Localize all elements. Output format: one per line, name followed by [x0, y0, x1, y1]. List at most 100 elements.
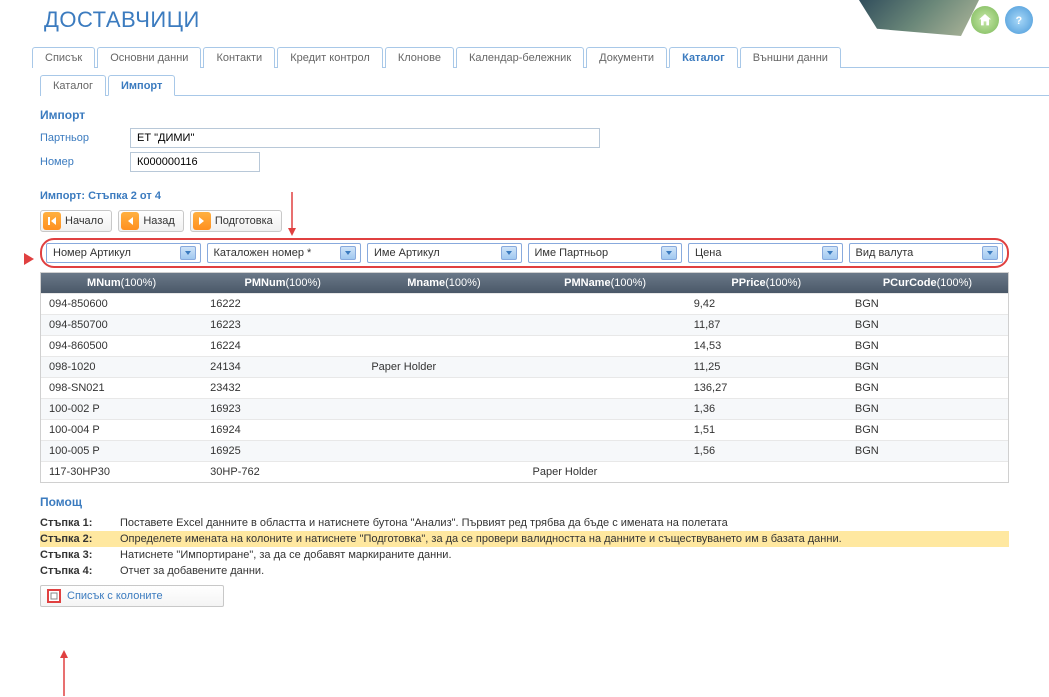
column-header[interactable]: MNum(100%) [41, 273, 202, 293]
table-cell: BGN [847, 357, 1008, 377]
columns-list-button[interactable]: Списък с колоните [40, 585, 224, 607]
help-step: Стъпка 3:Натиснете "Импортиране", за да … [40, 547, 1009, 563]
table-cell: 9,42 [686, 294, 847, 314]
table-row[interactable]: 100-005 P169251,56BGN [41, 440, 1008, 461]
table-cell [363, 294, 524, 314]
table-row[interactable]: 100-004 P169241,51BGN [41, 419, 1008, 440]
svg-text:?: ? [1016, 15, 1023, 27]
table-cell: 1,51 [686, 420, 847, 440]
help-step-key: Стъпка 1: [40, 517, 120, 529]
help-step-key: Стъпка 3: [40, 549, 120, 561]
table-row[interactable]: 117-30HP3030HP-762 Paper Holder [41, 461, 1008, 482]
table-cell [525, 294, 686, 314]
column-header[interactable]: Mname(100%) [363, 273, 524, 293]
mapping-select-4[interactable]: Цена [688, 243, 843, 263]
table-row[interactable]: 094-850600162229,42BGN [41, 293, 1008, 314]
tab-документи[interactable]: Документи [586, 47, 667, 68]
home-icon[interactable] [971, 6, 999, 34]
start-button[interactable]: Начало [40, 210, 112, 232]
partner-field[interactable] [130, 128, 600, 148]
help-step-key: Стъпка 4: [40, 565, 120, 577]
column-header[interactable]: PMNum(100%) [202, 273, 363, 293]
mapping-select-label: Номер Артикул [53, 247, 131, 259]
prepare-button[interactable]: Подготовка [190, 210, 282, 232]
table-cell: 100-002 P [41, 399, 202, 419]
help-step: Стъпка 4:Отчет за добавените данни. [40, 563, 1009, 579]
table-cell: 136,27 [686, 378, 847, 398]
tab-кредит-контрол[interactable]: Кредит контрол [277, 47, 383, 68]
sub-tabs: КаталогИмпорт [40, 74, 1049, 96]
table-row[interactable]: 098-102024134Paper Holder11,25BGN [41, 356, 1008, 377]
table-cell: 098-SN021 [41, 378, 202, 398]
table-cell: 30HP-762 [202, 462, 363, 482]
import-table: MNum(100%)PMNum(100%)Mname(100%)PMName(1… [40, 272, 1009, 483]
tab-основни-данни[interactable]: Основни данни [97, 47, 201, 68]
table-cell: 11,87 [686, 315, 847, 335]
number-field[interactable] [130, 152, 260, 172]
table-cell [363, 441, 524, 461]
table-cell: 098-1020 [41, 357, 202, 377]
table-cell [525, 399, 686, 419]
tab-клонове[interactable]: Клонове [385, 47, 454, 68]
tab-контакти[interactable]: Контакти [203, 47, 275, 68]
table-cell: BGN [847, 336, 1008, 356]
table-row[interactable]: 094-8507001622311,87BGN [41, 314, 1008, 335]
table-cell [363, 378, 524, 398]
table-cell [525, 420, 686, 440]
table-cell: Paper Holder [525, 462, 686, 482]
column-header[interactable]: PPrice(100%) [686, 273, 847, 293]
help-step: Стъпка 1:Поставете Excel данните в облас… [40, 515, 1009, 531]
annotation-arrow-up-icon [58, 650, 78, 696]
mapping-select-label: Име Артикул [374, 247, 440, 259]
table-cell: 1,56 [686, 441, 847, 461]
help-step-text: Определете имената на колоните и натисне… [120, 533, 842, 545]
table-cell: Paper Holder [363, 357, 524, 377]
help-step-key: Стъпка 2: [40, 533, 120, 545]
help-step-text: Отчет за добавените данни. [120, 565, 264, 577]
tab-календар-бележник[interactable]: Календар-бележник [456, 47, 584, 68]
subtab-каталог[interactable]: Каталог [40, 75, 106, 96]
table-cell: 24134 [202, 357, 363, 377]
chevron-down-icon [340, 246, 356, 260]
table-row[interactable]: 094-8605001622414,53BGN [41, 335, 1008, 356]
table-cell: 117-30HP30 [41, 462, 202, 482]
column-header[interactable]: PCurCode(100%) [847, 273, 1008, 293]
table-cell: BGN [847, 399, 1008, 419]
mapping-select-2[interactable]: Име Артикул [367, 243, 522, 263]
help-icon[interactable]: ? [1005, 6, 1033, 34]
help-step-text: Натиснете "Импортиране", за да се добавя… [120, 549, 452, 561]
table-cell [363, 336, 524, 356]
partner-label: Партньор [40, 132, 130, 144]
mapping-select-5[interactable]: Вид валута [849, 243, 1004, 263]
help-title: Помощ [40, 495, 1009, 509]
table-cell [525, 315, 686, 335]
tab-каталог[interactable]: Каталог [669, 47, 738, 68]
mapping-select-1[interactable]: Каталожен номер * [207, 243, 362, 263]
mapping-select-3[interactable]: Име Партньор [528, 243, 683, 263]
subtab-импорт[interactable]: Импорт [108, 75, 175, 96]
table-cell: 1,36 [686, 399, 847, 419]
mapping-select-label: Каталожен номер * [214, 247, 312, 259]
column-mapping-row: Номер Артикул Каталожен номер * Име Артику… [40, 238, 1009, 268]
table-cell [686, 462, 847, 482]
mapping-select-0[interactable]: Номер Артикул [46, 243, 201, 263]
table-cell [525, 357, 686, 377]
column-header[interactable]: PMName(100%) [525, 273, 686, 293]
import-section-title: Импорт [40, 108, 1009, 122]
chevron-down-icon [822, 246, 838, 260]
columns-list-label: Списък с колоните [67, 590, 163, 602]
help-step-text: Поставете Excel данните в областта и нат… [120, 517, 728, 529]
table-cell: 16925 [202, 441, 363, 461]
back-button[interactable]: Назад [118, 210, 184, 232]
chevron-down-icon [661, 246, 677, 260]
table-cell: BGN [847, 441, 1008, 461]
table-cell: BGN [847, 378, 1008, 398]
tab-външни-данни[interactable]: Външни данни [740, 47, 841, 68]
table-cell: BGN [847, 315, 1008, 335]
tab-списък[interactable]: Списък [32, 47, 95, 68]
table-cell: 100-004 P [41, 420, 202, 440]
table-row[interactable]: 100-002 P169231,36BGN [41, 398, 1008, 419]
first-icon [43, 212, 61, 230]
table-row[interactable]: 098-SN02123432136,27BGN [41, 377, 1008, 398]
forward-icon [193, 212, 211, 230]
